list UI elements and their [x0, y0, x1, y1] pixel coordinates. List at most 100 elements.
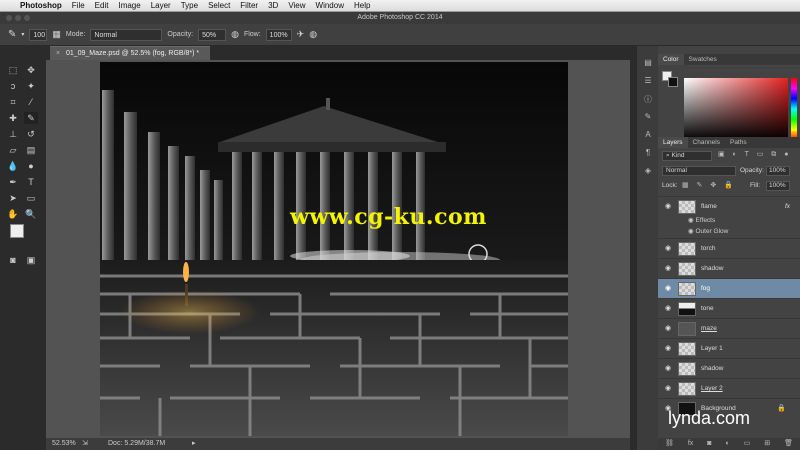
- color-background-swatch[interactable]: [668, 77, 678, 87]
- mask-icon[interactable]: ◙: [707, 438, 711, 450]
- visibility-eye-icon[interactable]: ◉: [663, 299, 673, 319]
- layer-effect-outer-glow[interactable]: ◉ Outer Glow: [688, 227, 728, 235]
- layer-row-tone[interactable]: ◉ tone: [658, 298, 800, 318]
- layer-row-layer-2[interactable]: ◉ Layer 2: [658, 378, 800, 398]
- shape-tool-icon[interactable]: ▭: [24, 192, 38, 204]
- brush-presets-icon[interactable]: ✎: [642, 112, 654, 122]
- airbrush-icon[interactable]: ✈: [297, 29, 305, 40]
- link-layers-icon[interactable]: ⛓: [665, 438, 674, 450]
- trash-icon[interactable]: 🗑: [784, 438, 793, 450]
- opacity-input[interactable]: 50%: [198, 28, 227, 41]
- healing-tool-icon[interactable]: ✚: [6, 112, 20, 124]
- visibility-eye-icon[interactable]: ◉: [663, 259, 673, 279]
- tool-preset-arrow-icon[interactable]: ▾: [21, 31, 24, 38]
- brush-panel-icon[interactable]: ▦: [52, 29, 61, 40]
- hand-tool-icon[interactable]: ✋: [6, 208, 20, 220]
- tab-paths[interactable]: Paths: [725, 137, 752, 148]
- type-tool-icon[interactable]: T: [24, 176, 38, 188]
- menu-layer[interactable]: Layer: [151, 1, 171, 10]
- layer-row-layer-1[interactable]: ◉ Layer 1: [658, 338, 800, 358]
- size-pressure-icon[interactable]: ◍: [309, 29, 317, 40]
- opacity-pressure-icon[interactable]: ◍: [231, 29, 239, 40]
- crop-tool-icon[interactable]: ⌗: [6, 96, 20, 108]
- layer-filter-icons[interactable]: ▣ ◐ T ▭ ⧉ ●: [718, 150, 791, 159]
- brush-size-picker[interactable]: 100: [29, 28, 48, 41]
- layer-filter-select[interactable]: ⌕ Kind: [662, 151, 712, 161]
- menu-help[interactable]: Help: [354, 1, 370, 10]
- effects-eye-icon[interactable]: ◉: [688, 217, 694, 224]
- eraser-tool-icon[interactable]: ▱: [6, 144, 20, 156]
- menu-window[interactable]: Window: [316, 1, 344, 10]
- path-select-tool-icon[interactable]: ➤: [6, 192, 20, 204]
- zoom-tool-icon[interactable]: 🔍: [24, 208, 38, 220]
- gradient-tool-icon[interactable]: ▤: [24, 144, 38, 156]
- doc-info[interactable]: Doc: 5.29M/38.7M: [108, 438, 165, 450]
- properties-icon[interactable]: ☰: [642, 76, 654, 86]
- window-controls[interactable]: [6, 15, 30, 21]
- brush-tool-icon[interactable]: ✎: [24, 112, 38, 124]
- mode-select[interactable]: Normal: [90, 28, 163, 41]
- visibility-eye-icon[interactable]: ◉: [663, 197, 673, 217]
- screen-mode-icon[interactable]: ▣: [24, 254, 38, 266]
- export-icon[interactable]: ⇲: [82, 438, 88, 450]
- tab-layers[interactable]: Layers: [658, 137, 688, 148]
- menu-filter[interactable]: Filter: [240, 1, 258, 10]
- menu-view[interactable]: View: [288, 1, 305, 10]
- menu-edit[interactable]: Edit: [95, 1, 109, 10]
- blend-mode-select[interactable]: Normal: [662, 166, 736, 176]
- flow-input[interactable]: 100%: [265, 28, 292, 41]
- visibility-eye-icon[interactable]: ◉: [663, 319, 673, 339]
- visibility-eye-icon[interactable]: ◉: [663, 359, 673, 379]
- history-brush-tool-icon[interactable]: ↺: [24, 128, 38, 140]
- layer-fill-input[interactable]: 100%: [766, 181, 790, 191]
- menu-file[interactable]: File: [72, 1, 85, 10]
- menu-type[interactable]: Type: [181, 1, 198, 10]
- blur-tool-icon[interactable]: 💧: [6, 160, 20, 172]
- quick-select-tool-icon[interactable]: ✦: [24, 80, 38, 92]
- dodge-tool-icon[interactable]: ●: [24, 160, 38, 172]
- group-icon[interactable]: ▭: [744, 438, 751, 450]
- effect-eye-icon[interactable]: ◉: [688, 228, 694, 235]
- marquee-tool-icon[interactable]: ⬚: [6, 64, 20, 76]
- adjustment-icon[interactable]: ◐: [725, 438, 729, 450]
- layer-effects-label[interactable]: ◉ Effects: [688, 216, 715, 224]
- pen-tool-icon[interactable]: ✒: [6, 176, 20, 188]
- stamp-tool-icon[interactable]: ⊥: [6, 128, 20, 140]
- menu-image[interactable]: Image: [118, 1, 140, 10]
- fx-icon[interactable]: fx: [688, 438, 693, 450]
- zoom-level[interactable]: 52.53%: [52, 438, 76, 450]
- character-icon[interactable]: A: [642, 130, 654, 140]
- 3d-icon[interactable]: ◈: [642, 166, 654, 176]
- tab-color[interactable]: Color: [658, 54, 684, 65]
- menu-select[interactable]: Select: [208, 1, 230, 10]
- info-icon[interactable]: ⓘ: [642, 94, 654, 104]
- eyedropper-tool-icon[interactable]: ⁄: [24, 96, 38, 108]
- quick-mask-icon[interactable]: ◙: [6, 254, 20, 266]
- visibility-eye-icon[interactable]: ◉: [663, 239, 673, 259]
- status-arrow-icon[interactable]: ▸: [192, 438, 196, 450]
- new-layer-icon[interactable]: ⊞: [764, 438, 770, 450]
- history-icon[interactable]: ▤: [642, 58, 654, 68]
- visibility-eye-icon[interactable]: ◉: [663, 379, 673, 399]
- visibility-eye-icon[interactable]: ◉: [663, 339, 673, 359]
- layer-row-fog[interactable]: ◉ fog: [658, 278, 800, 298]
- document-canvas[interactable]: www.cg-ku.com: [100, 62, 568, 436]
- layer-row-shadow-2[interactable]: ◉ shadow: [658, 358, 800, 378]
- layer-row-flame[interactable]: ◉ flame fx: [658, 196, 800, 216]
- foreground-color-swatch[interactable]: [10, 224, 24, 238]
- tab-channels[interactable]: Channels: [688, 137, 725, 148]
- hue-slider[interactable]: [791, 78, 797, 140]
- brush-tool-icon[interactable]: ✎: [8, 29, 16, 40]
- paragraph-icon[interactable]: ¶: [642, 148, 654, 158]
- move-tool-icon[interactable]: ✥: [24, 64, 38, 76]
- lock-icon[interactable]: 🔒: [777, 399, 786, 419]
- lock-icons[interactable]: ▦ ✎ ✥ 🔒: [682, 181, 736, 189]
- menu-3d[interactable]: 3D: [268, 1, 278, 10]
- lasso-tool-icon[interactable]: ↄ: [6, 80, 20, 92]
- fx-badge[interactable]: fx: [785, 197, 790, 217]
- document-tab[interactable]: × 01_09_Maze.psd @ 52.5% (fog, RGB/8*) *: [50, 46, 210, 60]
- layer-row-torch[interactable]: ◉ torch: [658, 238, 800, 258]
- layer-row-maze[interactable]: ◉ maze: [658, 318, 800, 338]
- color-spectrum[interactable]: [684, 78, 788, 140]
- visibility-eye-icon[interactable]: ◉: [663, 279, 673, 299]
